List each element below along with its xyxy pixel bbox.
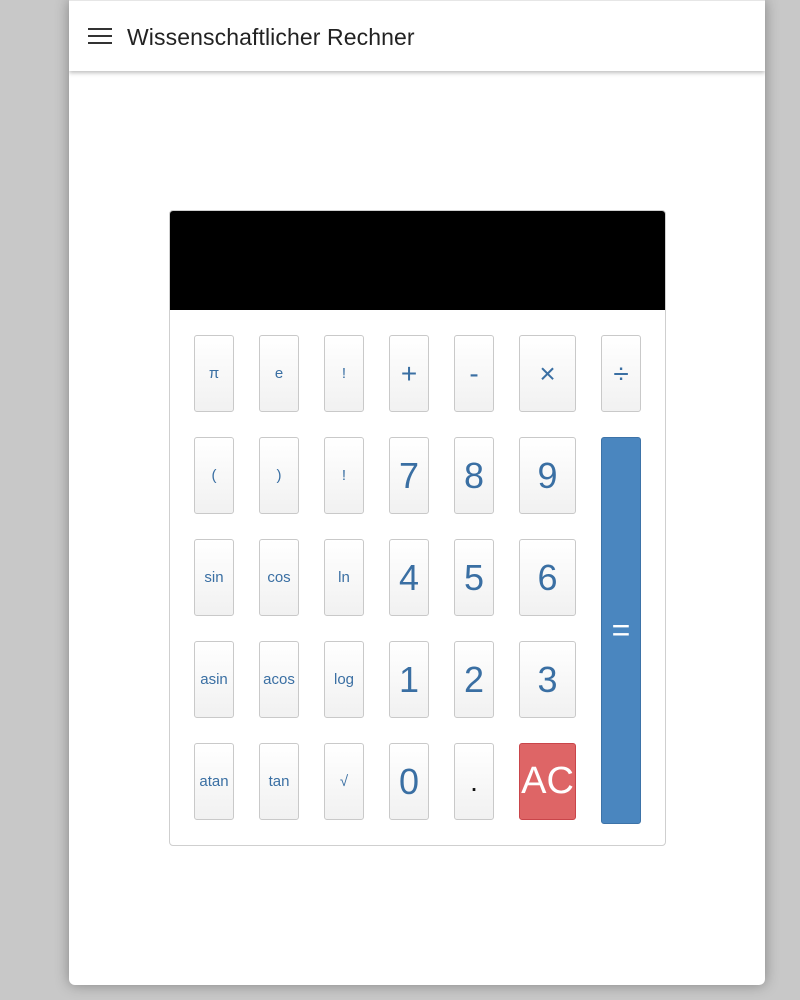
factorial-button[interactable]: ! <box>324 335 364 412</box>
sin-button[interactable]: sin <box>194 539 234 616</box>
minus-button[interactable]: - <box>454 335 494 412</box>
app-bar: Wissenschaftlicher Rechner <box>69 0 765 71</box>
calculator-display <box>170 211 665 310</box>
cos-button[interactable]: cos <box>259 539 299 616</box>
plus-button[interactable]: + <box>389 335 429 412</box>
tan-button[interactable]: tan <box>259 743 299 820</box>
sqrt-button[interactable]: √ <box>324 743 364 820</box>
factorial-button-2[interactable]: ! <box>324 437 364 514</box>
decimal-point-button[interactable]: . <box>454 743 494 820</box>
digit-2-button[interactable]: 2 <box>454 641 494 718</box>
log-button[interactable]: log <box>324 641 364 718</box>
divide-button[interactable]: ÷ <box>601 335 641 412</box>
digit-1-button[interactable]: 1 <box>389 641 429 718</box>
left-paren-button[interactable]: ( <box>194 437 234 514</box>
pi-button[interactable]: π <box>194 335 234 412</box>
digit-3-button[interactable]: 3 <box>519 641 576 718</box>
hamburger-menu-icon[interactable] <box>88 28 112 46</box>
e-button[interactable]: e <box>259 335 299 412</box>
digit-6-button[interactable]: 6 <box>519 539 576 616</box>
digit-9-button[interactable]: 9 <box>519 437 576 514</box>
digit-8-button[interactable]: 8 <box>454 437 494 514</box>
all-clear-button[interactable]: AC <box>519 743 576 820</box>
calculator: π e ! + - × ÷ ( ) ! 7 8 9 sin cos ln 4 5… <box>169 210 666 846</box>
right-paren-button[interactable]: ) <box>259 437 299 514</box>
equals-button[interactable]: = <box>601 437 641 824</box>
digit-4-button[interactable]: 4 <box>389 539 429 616</box>
digit-0-button[interactable]: 0 <box>389 743 429 820</box>
ln-button[interactable]: ln <box>324 539 364 616</box>
page-title: Wissenschaftlicher Rechner <box>127 24 415 50</box>
multiply-button[interactable]: × <box>519 335 576 412</box>
asin-button[interactable]: asin <box>194 641 234 718</box>
app-window: Wissenschaftlicher Rechner π e ! + - × ÷… <box>69 0 765 985</box>
digit-7-button[interactable]: 7 <box>389 437 429 514</box>
digit-5-button[interactable]: 5 <box>454 539 494 616</box>
acos-button[interactable]: acos <box>259 641 299 718</box>
atan-button[interactable]: atan <box>194 743 234 820</box>
